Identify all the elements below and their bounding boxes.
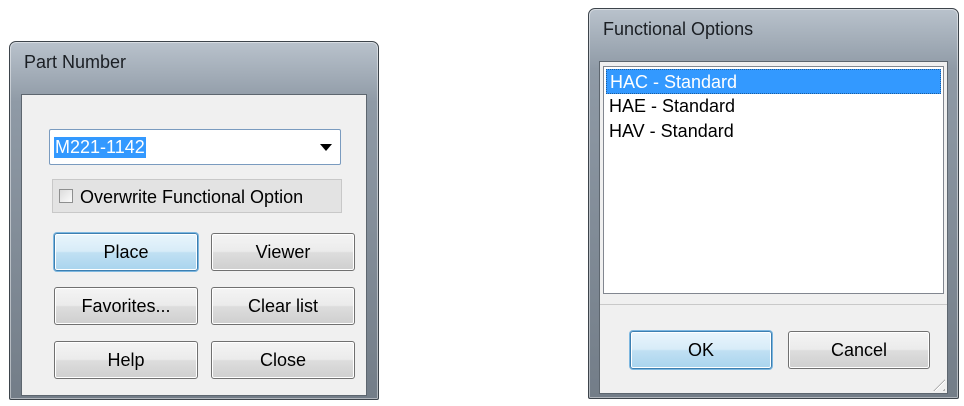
functional-options-list[interactable]: HAC - Standard HAE - Standard HAV - Stan… <box>603 66 944 294</box>
list-item[interactable]: HAE - Standard <box>606 94 941 119</box>
clear-list-button[interactable]: Clear list <box>211 287 355 325</box>
close-button[interactable]: Close <box>211 341 355 379</box>
dialog-title: Functional Options <box>603 19 754 39</box>
place-button[interactable]: Place <box>54 233 198 271</box>
dialog-body: HAC - Standard HAE - Standard HAV - Stan… <box>599 61 948 394</box>
ok-button[interactable]: OK <box>630 331 772 369</box>
divider <box>600 304 947 305</box>
dialog-body: M221-1142 Overwrite Functional Option Pl… <box>21 94 367 396</box>
part-number-combobox[interactable]: M221-1142 <box>49 129 341 165</box>
viewer-button[interactable]: Viewer <box>211 233 355 271</box>
combo-value[interactable]: M221-1142 <box>54 137 146 158</box>
chevron-down-icon[interactable] <box>320 144 332 151</box>
list-item[interactable]: HAV - Standard <box>606 119 941 144</box>
dialog-title: Part Number <box>24 52 127 72</box>
help-button[interactable]: Help <box>54 341 198 379</box>
favorites-button[interactable]: Favorites... <box>54 287 198 325</box>
part-number-dialog: Part Number M221-1142 Overwrite Function… <box>9 41 379 400</box>
overwrite-functional-option-row[interactable]: Overwrite Functional Option <box>52 179 342 213</box>
list-item[interactable]: HAC - Standard <box>606 69 941 94</box>
resize-grip-icon[interactable] <box>927 373 945 391</box>
cancel-button[interactable]: Cancel <box>788 331 930 369</box>
functional-options-dialog: Functional Options HAC - Standard HAE - … <box>588 8 959 399</box>
overwrite-checkbox[interactable] <box>59 189 73 203</box>
checkbox-label[interactable]: Overwrite Functional Option <box>80 187 303 208</box>
